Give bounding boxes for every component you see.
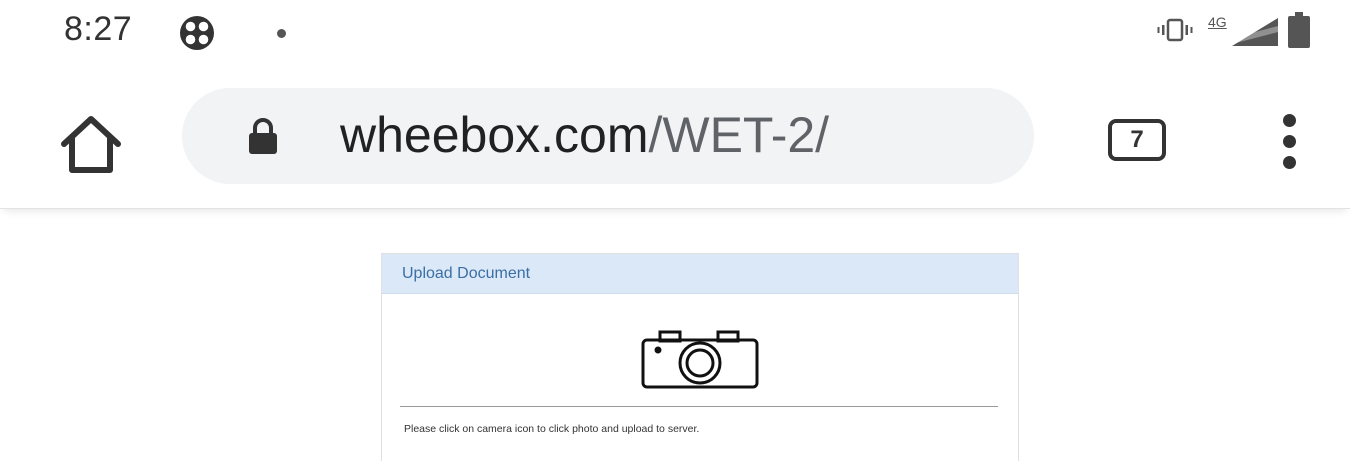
signal-icon — [1232, 18, 1278, 46]
menu-dot — [1283, 135, 1296, 148]
more-vert-icon[interactable] — [1276, 114, 1304, 170]
status-time: 8:27 — [64, 10, 133, 48]
url-text: wheebox.com/WET-2/ — [340, 106, 829, 164]
notification-dot-icon — [277, 29, 286, 38]
app-notification-icon — [180, 16, 214, 50]
tabs-button[interactable]: 7 — [1108, 119, 1166, 161]
tab-count: 7 — [1130, 126, 1144, 153]
menu-dot — [1283, 156, 1296, 169]
url-host: wheebox.com — [340, 107, 649, 163]
vibrate-icon — [1157, 18, 1193, 42]
divider — [400, 406, 998, 407]
status-bar: 8:27 4G — [0, 0, 1350, 70]
card-header: Upload Document — [382, 254, 1018, 294]
instruction-text: Please click on camera icon to click pho… — [404, 423, 700, 435]
upload-document-card: Upload Document Please click on camera i… — [381, 253, 1019, 461]
home-icon[interactable] — [58, 112, 124, 178]
screen: 8:27 4G wheebox.com/WET-2/ 7 Upload Docu… — [0, 0, 1350, 461]
network-type-label: 4G — [1208, 14, 1227, 30]
address-bar[interactable]: wheebox.com/WET-2/ — [182, 88, 1034, 184]
menu-dot — [1283, 114, 1296, 127]
camera-icon[interactable] — [640, 328, 760, 390]
card-title: Upload Document — [402, 264, 531, 282]
lock-icon — [249, 118, 277, 154]
url-path: /WET-2/ — [648, 107, 830, 163]
browser-toolbar: wheebox.com/WET-2/ 7 — [0, 70, 1350, 209]
battery-icon — [1288, 12, 1310, 48]
